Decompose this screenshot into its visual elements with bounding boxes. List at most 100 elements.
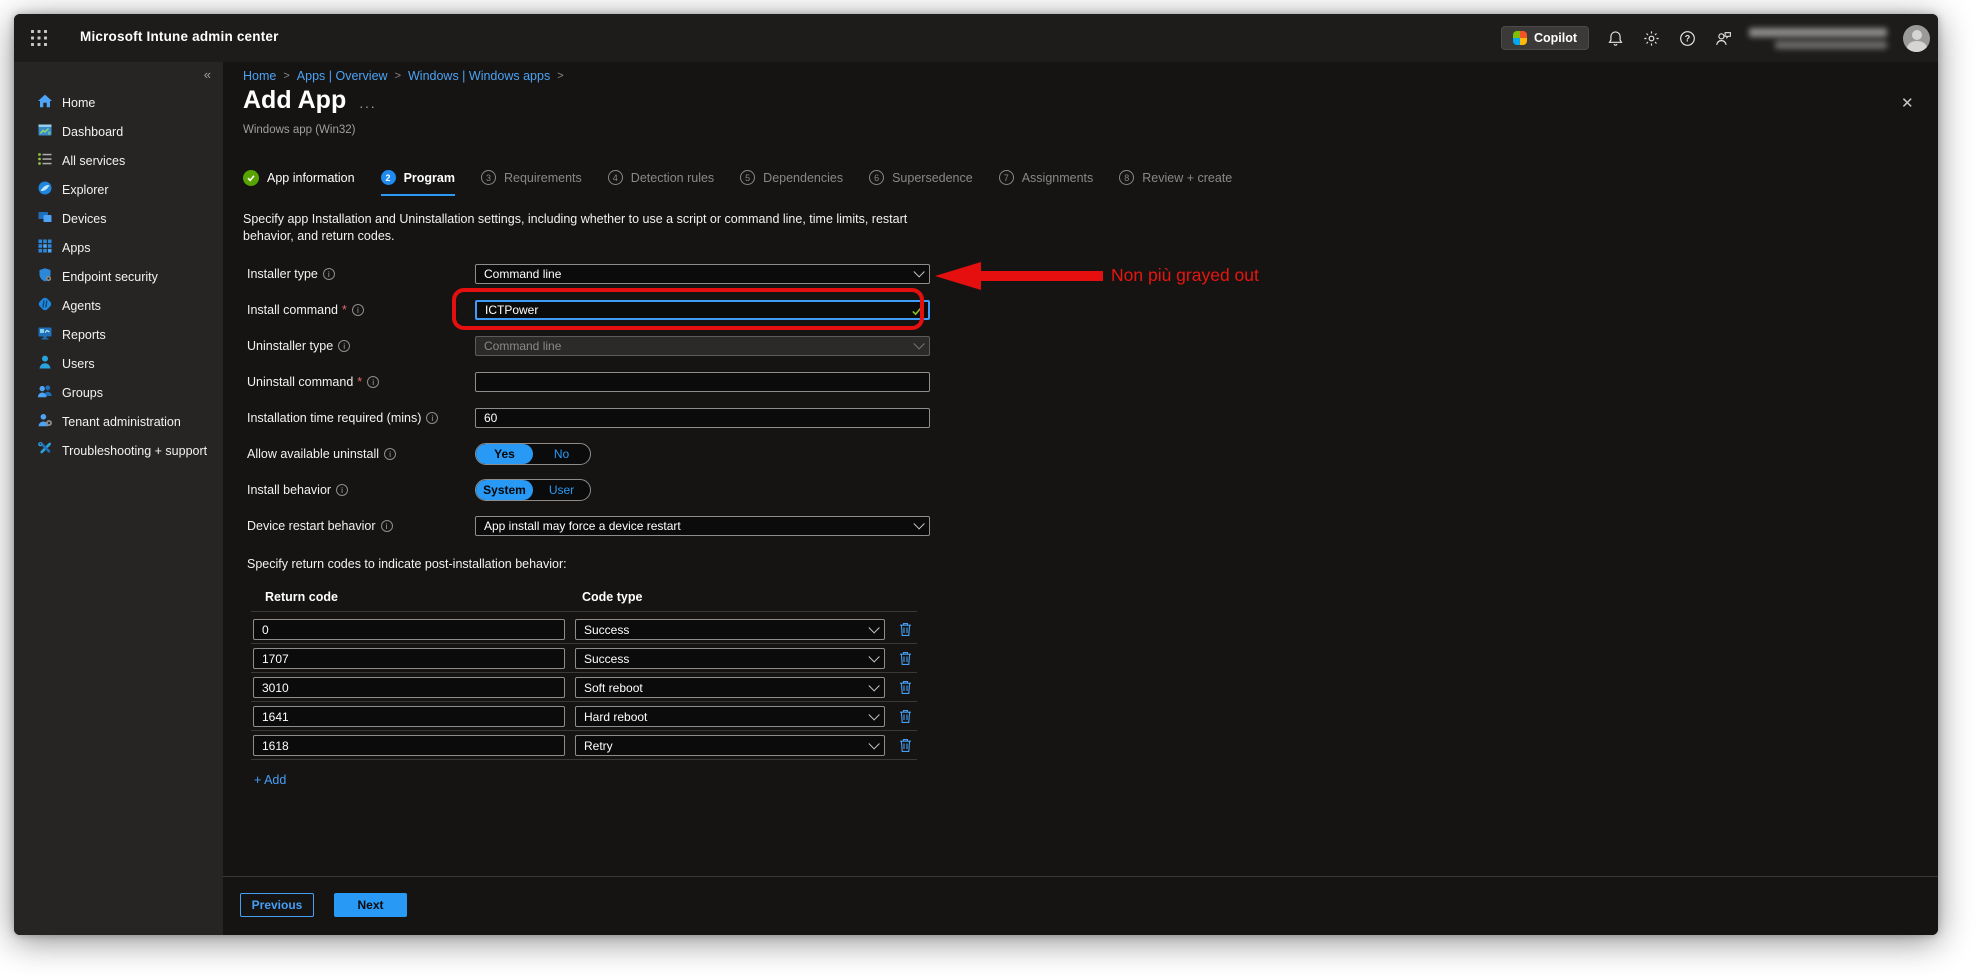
sidebar-item-apps[interactable]: Apps <box>14 233 223 262</box>
reports-icon <box>37 325 53 344</box>
tab-detection-rules[interactable]: 4 Detection rules <box>607 170 714 194</box>
sidebar-item-endpoint-security[interactable]: Endpoint security <box>14 262 223 291</box>
sidebar: « Home Dashboard All services Explorer D… <box>14 62 223 935</box>
info-icon[interactable]: i <box>322 268 335 280</box>
breadcrumb-windows-apps[interactable]: Windows | Windows apps <box>408 69 550 83</box>
return-code-row <box>253 735 565 756</box>
info-icon[interactable]: i <box>336 484 349 496</box>
return-code-input[interactable] <box>253 648 565 669</box>
delete-icon[interactable] <box>899 738 912 758</box>
apps-icon <box>37 238 53 257</box>
notifications-bell-icon[interactable] <box>1605 28 1625 48</box>
chevron-down-icon <box>868 708 880 721</box>
code-type-select[interactable]: Hard reboot <box>575 706 885 727</box>
agents-icon <box>37 296 53 315</box>
install-behavior-system[interactable]: System <box>476 480 533 500</box>
sidebar-item-reports[interactable]: Reports <box>14 320 223 349</box>
sidebar-item-groups[interactable]: Groups <box>14 378 223 407</box>
return-code-input[interactable] <box>253 735 565 756</box>
uninstall-command-row: Uninstall command * i <box>223 371 1938 393</box>
uninstall-command-input[interactable] <box>475 372 930 392</box>
delete-icon[interactable] <box>899 680 912 700</box>
allow-uninstall-no[interactable]: No <box>533 444 590 464</box>
install-command-input[interactable] <box>475 300 930 320</box>
return-code-row <box>253 706 565 727</box>
svg-text:?: ? <box>1684 33 1690 43</box>
all-services-icon <box>37 151 53 170</box>
chevron-down-icon <box>913 338 925 350</box>
installer-type-select[interactable]: Command line <box>475 264 930 284</box>
help-icon[interactable]: ? <box>1677 28 1697 48</box>
info-icon[interactable]: i <box>426 412 439 424</box>
code-type-select[interactable]: Success <box>575 648 885 669</box>
groups-icon <box>37 383 53 402</box>
intune-admin-window: Microsoft Intune admin center Copilot ? … <box>14 14 1938 935</box>
return-code-input[interactable] <box>253 619 565 640</box>
return-codes-caption: Specify return codes to indicate post-in… <box>247 557 567 571</box>
wizard-steps: App information 2 Program 3 Requirements… <box>243 170 1232 196</box>
info-icon[interactable]: i <box>367 376 380 388</box>
account-name-blurred <box>1749 27 1887 49</box>
info-icon[interactable]: i <box>351 304 364 316</box>
app-title: Microsoft Intune admin center <box>80 29 279 44</box>
explorer-icon <box>37 180 53 199</box>
tab-supersedence[interactable]: 6 Supersedence <box>869 170 973 194</box>
sidebar-item-troubleshooting[interactable]: Troubleshooting + support <box>14 436 223 465</box>
sidebar-item-dashboard[interactable]: Dashboard <box>14 117 223 146</box>
sidebar-item-home[interactable]: Home <box>14 88 223 117</box>
install-time-input[interactable] <box>475 408 930 428</box>
copilot-icon <box>1512 31 1527 45</box>
sidebar-item-tenant-administration[interactable]: Tenant administration <box>14 407 223 436</box>
breadcrumb: Home > Apps | Overview > Windows | Windo… <box>243 69 564 83</box>
troubleshooting-icon <box>37 441 53 460</box>
sidebar-item-explorer[interactable]: Explorer <box>14 175 223 204</box>
return-code-input[interactable] <box>253 677 565 698</box>
page-title: Add App <box>243 86 347 114</box>
chevron-down-icon <box>913 266 925 278</box>
code-type-select[interactable]: Retry <box>575 735 885 756</box>
more-options-icon[interactable]: ··· <box>359 98 376 114</box>
breadcrumb-apps-overview[interactable]: Apps | Overview <box>297 69 388 83</box>
install-time-row: Installation time required (mins) i <box>223 407 1938 429</box>
wizard-description: Specify app Installation and Uninstallat… <box>243 212 908 243</box>
tab-app-information[interactable]: App information <box>243 170 355 195</box>
step-complete-check-icon <box>243 170 259 186</box>
return-code-input[interactable] <box>253 706 565 727</box>
delete-icon[interactable] <box>899 622 912 642</box>
restart-behavior-select[interactable]: App install may force a device restart <box>475 516 930 536</box>
tab-dependencies[interactable]: 5 Dependencies <box>740 170 843 194</box>
tab-program[interactable]: 2 Program <box>380 170 455 196</box>
settings-gear-icon[interactable] <box>1641 28 1661 48</box>
close-icon[interactable]: ✕ <box>1901 94 1914 112</box>
add-return-code-button[interactable]: + Add <box>254 773 286 787</box>
allow-uninstall-yes[interactable]: Yes <box>476 444 533 464</box>
chevron-down-icon <box>868 737 880 750</box>
delete-icon[interactable] <box>899 651 912 671</box>
tab-review-create[interactable]: 8 Review + create <box>1119 170 1232 194</box>
installer-type-row: Installer type i Command line <box>223 263 1938 285</box>
info-icon[interactable]: i <box>338 340 351 352</box>
sidebar-collapse-icon[interactable]: « <box>204 67 211 82</box>
endpoint-security-icon <box>37 267 53 286</box>
previous-button[interactable]: Previous <box>240 893 314 917</box>
sidebar-item-users[interactable]: Users <box>14 349 223 378</box>
info-icon[interactable]: i <box>384 448 397 460</box>
app-launcher-icon[interactable] <box>30 29 48 47</box>
avatar[interactable] <box>1903 24 1930 52</box>
code-type-select[interactable]: Success <box>575 619 885 640</box>
code-type-select[interactable]: Soft reboot <box>575 677 885 698</box>
next-button[interactable]: Next <box>334 893 407 917</box>
tab-assignments[interactable]: 7 Assignments <box>998 170 1093 194</box>
sidebar-item-all-services[interactable]: All services <box>14 146 223 175</box>
allow-uninstall-row: Allow available uninstall i Yes No <box>223 443 1938 465</box>
delete-icon[interactable] <box>899 709 912 729</box>
sidebar-item-agents[interactable]: Agents <box>14 291 223 320</box>
sidebar-item-devices[interactable]: Devices <box>14 204 223 233</box>
chevron-down-icon <box>868 650 880 663</box>
copilot-button[interactable]: Copilot <box>1500 26 1589 50</box>
info-icon[interactable]: i <box>380 520 393 532</box>
breadcrumb-home[interactable]: Home <box>243 69 276 83</box>
tab-requirements[interactable]: 3 Requirements <box>480 170 582 194</box>
install-behavior-user[interactable]: User <box>533 480 590 500</box>
feedback-icon[interactable] <box>1713 28 1733 48</box>
